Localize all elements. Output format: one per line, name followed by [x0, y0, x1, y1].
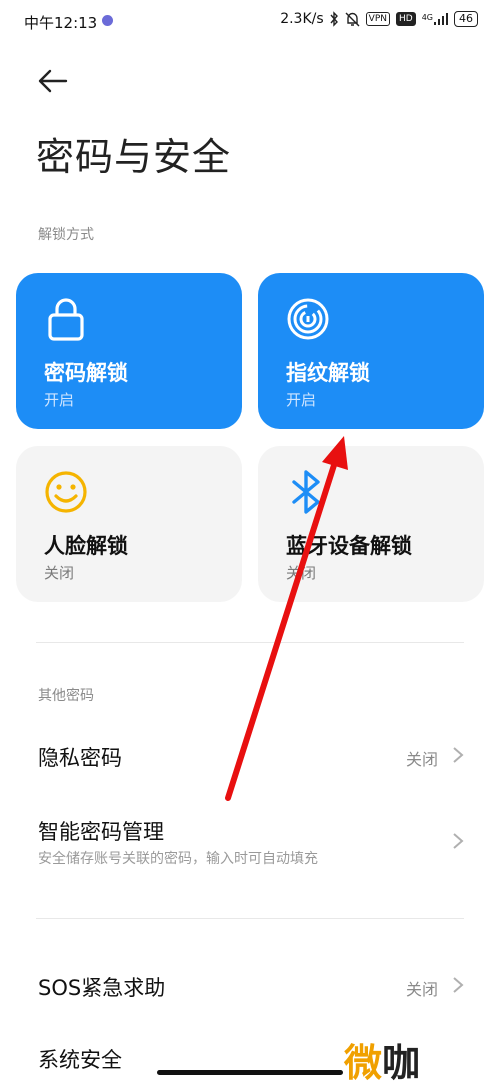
mute-bell-icon — [345, 12, 360, 27]
signal-indicator: 4G — [422, 13, 448, 25]
row-value: 关闭 — [405, 750, 438, 769]
chevron-right-icon — [453, 977, 464, 993]
sos-row[interactable]: SOS紧急求助 关闭 — [0, 950, 500, 1020]
card-label: 人脸解锁 — [44, 534, 128, 558]
watermark-char-1: 微 — [344, 1041, 383, 1085]
hd-badge: HD — [396, 12, 416, 26]
section-divider — [36, 918, 464, 919]
card-state: 关闭 — [286, 564, 317, 582]
card-label: 蓝牙设备解锁 — [286, 534, 412, 558]
card-label: 指纹解锁 — [286, 361, 370, 385]
status-bar: 中午12:13 2.3K/s VPN HD 4G 46 — [0, 0, 500, 44]
row-value: 关闭 — [405, 980, 438, 999]
status-right-group: 2.3K/s VPN HD 4G 46 — [280, 11, 478, 27]
row-title: SOS紧急求助 — [38, 976, 166, 1000]
chevron-right-icon — [453, 833, 464, 849]
bluetooth-status-icon — [330, 11, 338, 27]
vpn-badge: VPN — [365, 12, 390, 26]
row-subtitle: 安全储存账号关联的密码，输入时可自动填充 — [38, 851, 318, 867]
home-indicator[interactable] — [157, 1070, 343, 1075]
face-unlock-card[interactable]: 人脸解锁 关闭 — [16, 446, 242, 602]
fingerprint-icon — [287, 298, 329, 340]
lock-icon — [48, 298, 84, 341]
back-arrow-icon[interactable] — [36, 66, 70, 96]
privacy-password-row[interactable]: 隐私密码 关闭 — [0, 720, 500, 790]
status-time: 中午12:13 — [24, 14, 98, 32]
password-unlock-card[interactable]: 密码解锁 开启 — [16, 273, 242, 429]
smart-password-row[interactable]: 智能密码管理 安全储存账号关联的密码，输入时可自动填充 — [0, 800, 500, 890]
other-section-label: 其他密码 — [38, 688, 94, 704]
row-title: 系统安全 — [38, 1048, 122, 1072]
card-state: 开启 — [286, 391, 317, 409]
card-state: 关闭 — [44, 564, 75, 582]
unlock-section-label: 解锁方式 — [38, 227, 94, 243]
bluetooth-icon — [292, 470, 320, 514]
signal-label: 4G — [421, 13, 433, 22]
watermark-char-2: 咖 — [382, 1041, 421, 1085]
row-title: 智能密码管理 — [38, 820, 164, 844]
net-speed: 2.3K/s — [280, 11, 324, 27]
chevron-right-icon — [453, 747, 464, 763]
watermark-logo: 微咖 — [344, 1032, 456, 1085]
bluetooth-unlock-card[interactable]: 蓝牙设备解锁 关闭 — [258, 446, 484, 602]
card-state: 开启 — [44, 391, 75, 409]
page-title: 密码与安全 — [36, 135, 232, 179]
app-notification-icon — [102, 15, 113, 26]
battery-indicator: 46 — [454, 11, 478, 27]
row-title: 隐私密码 — [38, 746, 122, 770]
smiley-face-icon — [45, 471, 87, 513]
section-divider — [36, 642, 464, 643]
signal-bars-icon — [434, 13, 448, 25]
fingerprint-unlock-card[interactable]: 指纹解锁 开启 — [258, 273, 484, 429]
card-label: 密码解锁 — [44, 361, 128, 385]
